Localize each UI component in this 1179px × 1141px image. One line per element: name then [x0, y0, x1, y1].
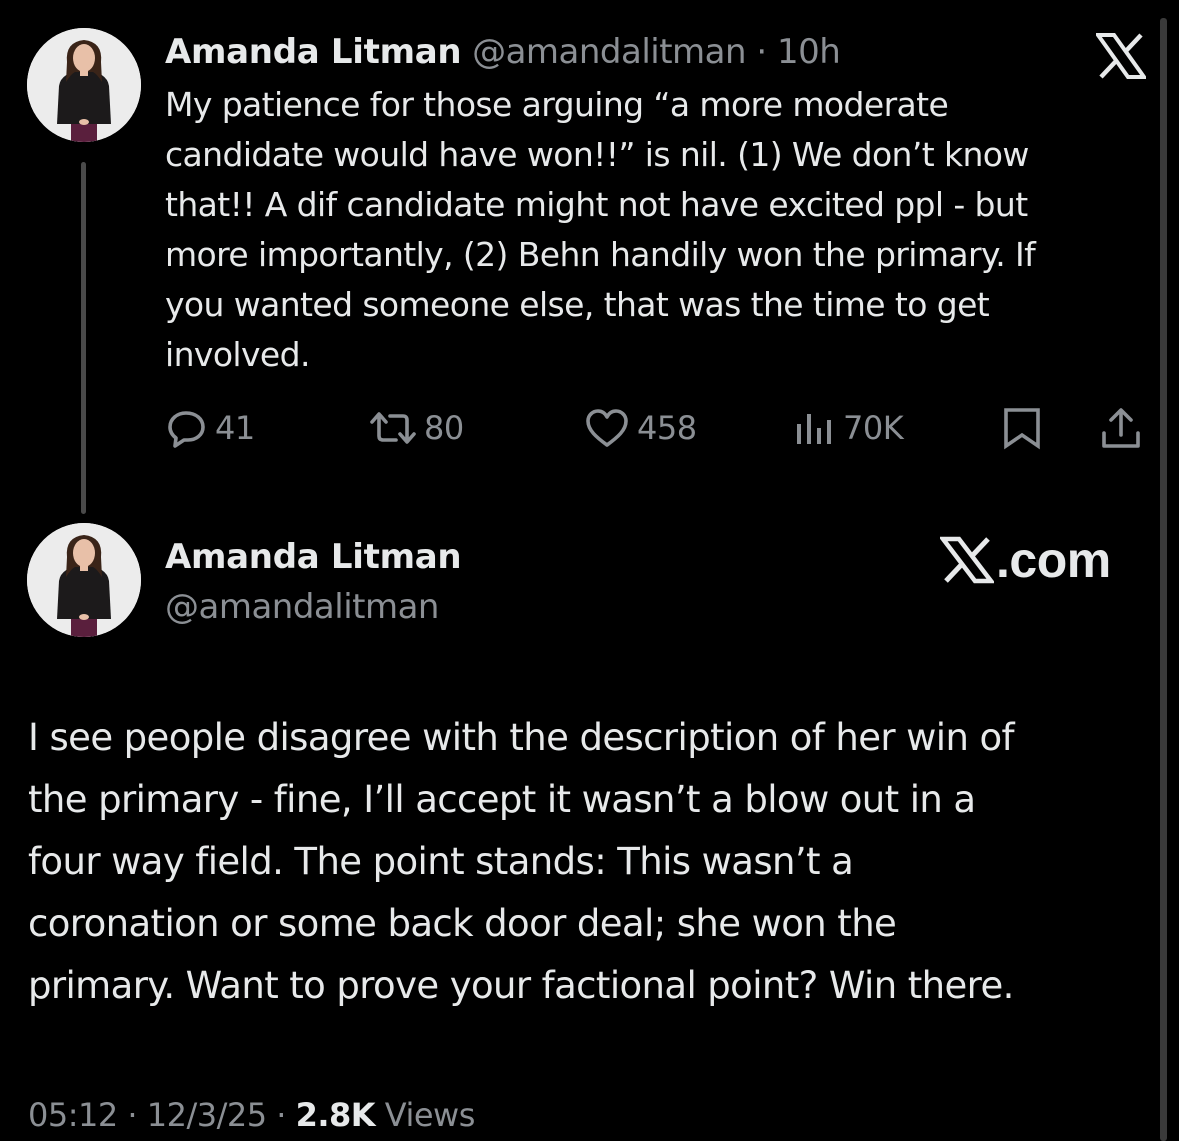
share-icon	[1102, 408, 1140, 448]
timestamp[interactable]: 10h	[777, 32, 841, 72]
quote-time[interactable]: 05:12	[28, 1096, 118, 1134]
quote-author-handle[interactable]: @amandalitman	[165, 585, 439, 629]
x-logo-icon	[1094, 33, 1148, 83]
quote-author-name[interactable]: Amanda Litman	[165, 535, 462, 579]
share-button[interactable]	[1098, 398, 1144, 458]
separator: ·	[266, 1096, 296, 1134]
quote-date[interactable]: 12/3/25	[147, 1096, 267, 1134]
like-icon	[586, 409, 628, 447]
views-count: 70K	[843, 409, 904, 447]
quote-footer: 05:12 · 12/3/25 · 2.8K Views	[28, 1090, 475, 1140]
tweet-header: Amanda Litman @amandalitman · 10h	[165, 30, 841, 74]
separator: ·	[117, 1096, 147, 1134]
like-button[interactable]: 458	[583, 398, 697, 458]
repost-button[interactable]: 80	[368, 398, 464, 458]
thread-line	[81, 162, 86, 514]
bookmark-icon	[1004, 408, 1040, 450]
views-icon	[797, 414, 831, 444]
quote-text: I see people disagree with the descripti…	[28, 716, 1015, 1007]
repost-count: 80	[424, 409, 464, 447]
repost-icon	[370, 412, 416, 444]
quote-author-avatar[interactable]	[27, 523, 141, 637]
bookmark-button[interactable]	[1000, 398, 1044, 458]
reply-icon	[168, 411, 205, 448]
author-handle[interactable]: @amandalitman	[472, 32, 746, 72]
reply-count: 41	[215, 409, 255, 447]
scrollbar[interactable]	[1160, 18, 1167, 1141]
quote-views-label: Views	[375, 1096, 476, 1134]
quote-views-count: 2.8K	[295, 1096, 376, 1134]
xcom-brand: .com	[940, 530, 1111, 590]
author-avatar[interactable]	[27, 28, 141, 142]
reply-button[interactable]: 41	[165, 398, 255, 458]
separator: ·	[746, 32, 777, 72]
views-button[interactable]: 70K	[793, 398, 904, 458]
tweet-text: My patience for those arguing “a more mo…	[165, 85, 1036, 374]
author-name[interactable]: Amanda Litman	[165, 32, 462, 72]
x-logo-icon	[940, 536, 994, 584]
like-count: 458	[637, 409, 697, 447]
xcom-brand-text: .com	[996, 532, 1111, 588]
